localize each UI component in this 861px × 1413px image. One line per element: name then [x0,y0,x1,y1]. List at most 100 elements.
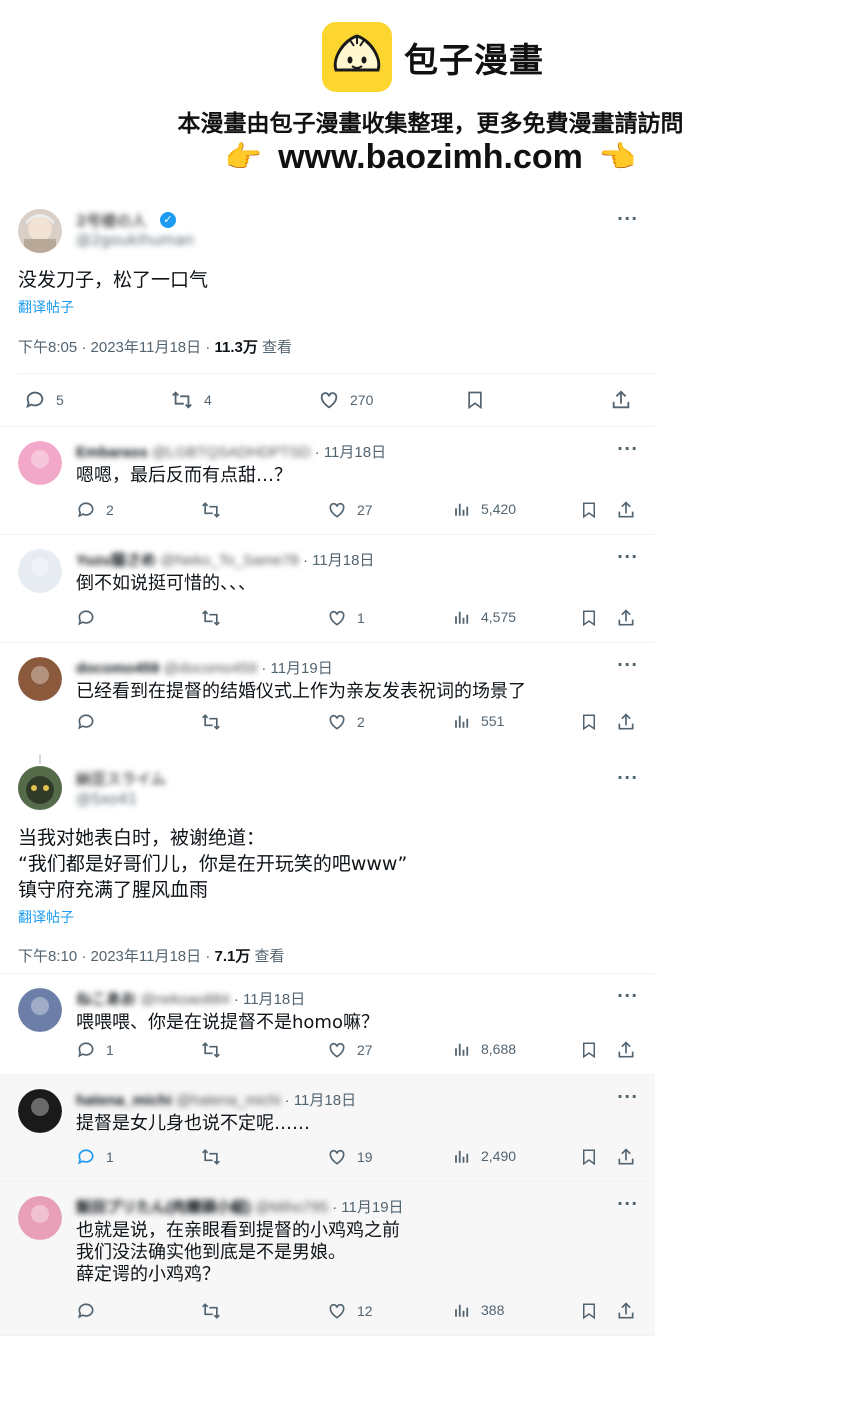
reply-button[interactable] [76,712,106,732]
views-button[interactable]: 5,420 [453,500,516,518]
share-button[interactable] [616,1301,636,1321]
retweet-button[interactable] [200,1147,232,1167]
views-button[interactable]: 551 [453,712,504,730]
views-icon [453,608,471,626]
reply-button[interactable]: 1 [76,1147,114,1167]
author-name[interactable]: 2号楼の人 [76,210,146,231]
avatar[interactable] [18,766,62,810]
more-icon[interactable]: ··· [617,655,638,674]
like-button[interactable]: 2 [327,712,365,732]
more-icon[interactable]: ··· [617,1194,638,1213]
views-button[interactable]: 4,575 [453,608,516,626]
reply-tweet[interactable]: 飯田プリたん(肉饅頭小組) @Miho795 · 11月19日 ··· 也就是说… [0,1182,655,1335]
author-handle[interactable]: @Neko_To_Same78 [160,552,299,569]
bookmark-button[interactable] [580,500,598,520]
reply-text: 喂喂喂、你是在说提督不是homo嘛？ [76,1012,379,1033]
author-handle[interactable]: @nekoao884 [140,991,229,1008]
like-button[interactable]: 27 [327,500,373,520]
reply-button[interactable] [76,1301,106,1321]
more-icon[interactable]: ··· [617,986,638,1005]
reply-tweet[interactable]: hatena_michi @hatena_michi · 11月18日 ··· … [0,1075,655,1181]
translate-link[interactable]: 翻译帖子 [18,297,74,317]
reply-button[interactable]: 1 [76,1040,114,1060]
avatar[interactable] [18,1196,62,1240]
reply-date: · 11月19日 [257,660,333,677]
retweet-button[interactable] [200,712,232,732]
author-name[interactable]: 飯田プリたん(肉饅頭小組) [76,1199,251,1216]
more-icon[interactable]: ··· [617,1087,638,1106]
avatar[interactable] [18,549,62,593]
like-button[interactable]: 27 [327,1040,373,1060]
retweet-button[interactable] [200,1040,232,1060]
author-handle[interactable]: @Miho795 [255,1199,328,1216]
author-name[interactable]: Yuzu猫さめ [76,552,156,569]
views-count: 2,490 [481,1148,517,1164]
translate-link[interactable]: 翻译帖子 [18,907,74,927]
views-icon [453,712,471,730]
reply-text: 倒不如说挺可惜的、、、 [76,573,256,594]
main-tweet[interactable]: 2号楼の人 ✓ @2goukihuman ··· 没发刀子，松了一口气 翻译帖子… [0,195,658,425]
bookmark-button[interactable] [465,389,485,411]
views-button[interactable]: 388 [453,1301,504,1319]
author-name[interactable]: hatena_michi [76,1092,172,1109]
retweet-button[interactable] [200,608,232,628]
bookmark-button[interactable] [580,712,598,732]
bookmark-button[interactable] [580,1147,598,1167]
more-icon[interactable]: ··· [617,439,638,458]
reply-button[interactable]: 5 [24,389,64,411]
share-button[interactable] [610,389,632,411]
share-button[interactable] [616,1147,636,1167]
more-icon[interactable]: ··· [617,768,638,787]
bookmark-icon [580,712,598,732]
retweet-button[interactable] [200,500,232,520]
author-name[interactable]: Embarass [76,444,148,461]
avatar[interactable] [18,441,62,485]
author-name[interactable]: docomo459 [76,660,159,677]
like-button[interactable]: 12 [327,1301,373,1321]
reply-button[interactable] [76,608,106,628]
reply-date: · 11月19日 [327,1199,404,1216]
retweet-button[interactable]: 4 [170,389,212,411]
bookmark-button[interactable] [580,1301,598,1321]
avatar[interactable] [18,988,62,1032]
reply-tweet[interactable]: Yuzu猫さめ @Neko_To_Same78 · 11月18日 ··· 倒不如… [0,535,655,642]
author-handle[interactable]: @docomo459 [164,660,258,677]
share-button[interactable] [616,712,636,732]
retweet-icon [200,608,222,628]
share-button[interactable] [616,608,636,628]
avatar[interactable] [18,209,62,253]
author-name[interactable]: 納豆スライム [76,768,166,789]
more-icon[interactable]: ··· [617,209,638,228]
share-icon [616,1301,636,1321]
share-button[interactable] [616,1040,636,1060]
like-button[interactable]: 19 [327,1147,373,1167]
like-button[interactable]: 270 [318,389,373,411]
site-url-link[interactable]: www.baozimh.com [278,138,583,177]
author-handle[interactable]: @hatena_michi [176,1092,280,1109]
author-handle[interactable]: @Sxo41 [76,790,137,808]
retweet-button[interactable] [200,1301,232,1321]
bookmark-button[interactable] [580,1040,598,1060]
reply-count: 2 [106,502,114,518]
reply-tweet[interactable]: ねこあお @nekoao884 · 11月18日 ··· 喂喂喂、你是在说提督不… [0,974,655,1074]
bookmark-icon [580,1040,598,1060]
like-button[interactable]: 1 [327,608,365,628]
reply-date: · 11月18日 [310,444,387,461]
share-button[interactable] [616,500,636,520]
avatar[interactable] [18,657,62,701]
author-name[interactable]: ねこあお [76,991,136,1008]
avatar[interactable] [18,1089,62,1133]
reply-tweet[interactable]: docomo459 @docomo459 · 11月19日 ··· 已经看到在提… [0,643,655,746]
view-count: 11.3万 [214,339,258,356]
more-icon[interactable]: ··· [617,547,638,566]
author-handle[interactable]: @2goukihuman [76,231,194,249]
views-button[interactable]: 2,490 [453,1147,516,1165]
views-button[interactable]: 8,688 [453,1040,516,1058]
site-logo[interactable]: 包子漫畫 [322,22,544,92]
reply-tweet[interactable]: Embarass @LGBTQSADHDPTSD · 11月18日 ··· 嗯嗯… [0,427,655,534]
main-tweet-2[interactable]: 納豆スライム @Sxo41 ··· 当我对她表白时，被谢绝道： “我们都是好哥们… [0,746,655,972]
reply-date: · 11月18日 [229,991,306,1008]
reply-button[interactable]: 2 [76,500,114,520]
bookmark-button[interactable] [580,608,598,628]
author-handle[interactable]: @LGBTQSADHDPTSD [152,444,311,461]
